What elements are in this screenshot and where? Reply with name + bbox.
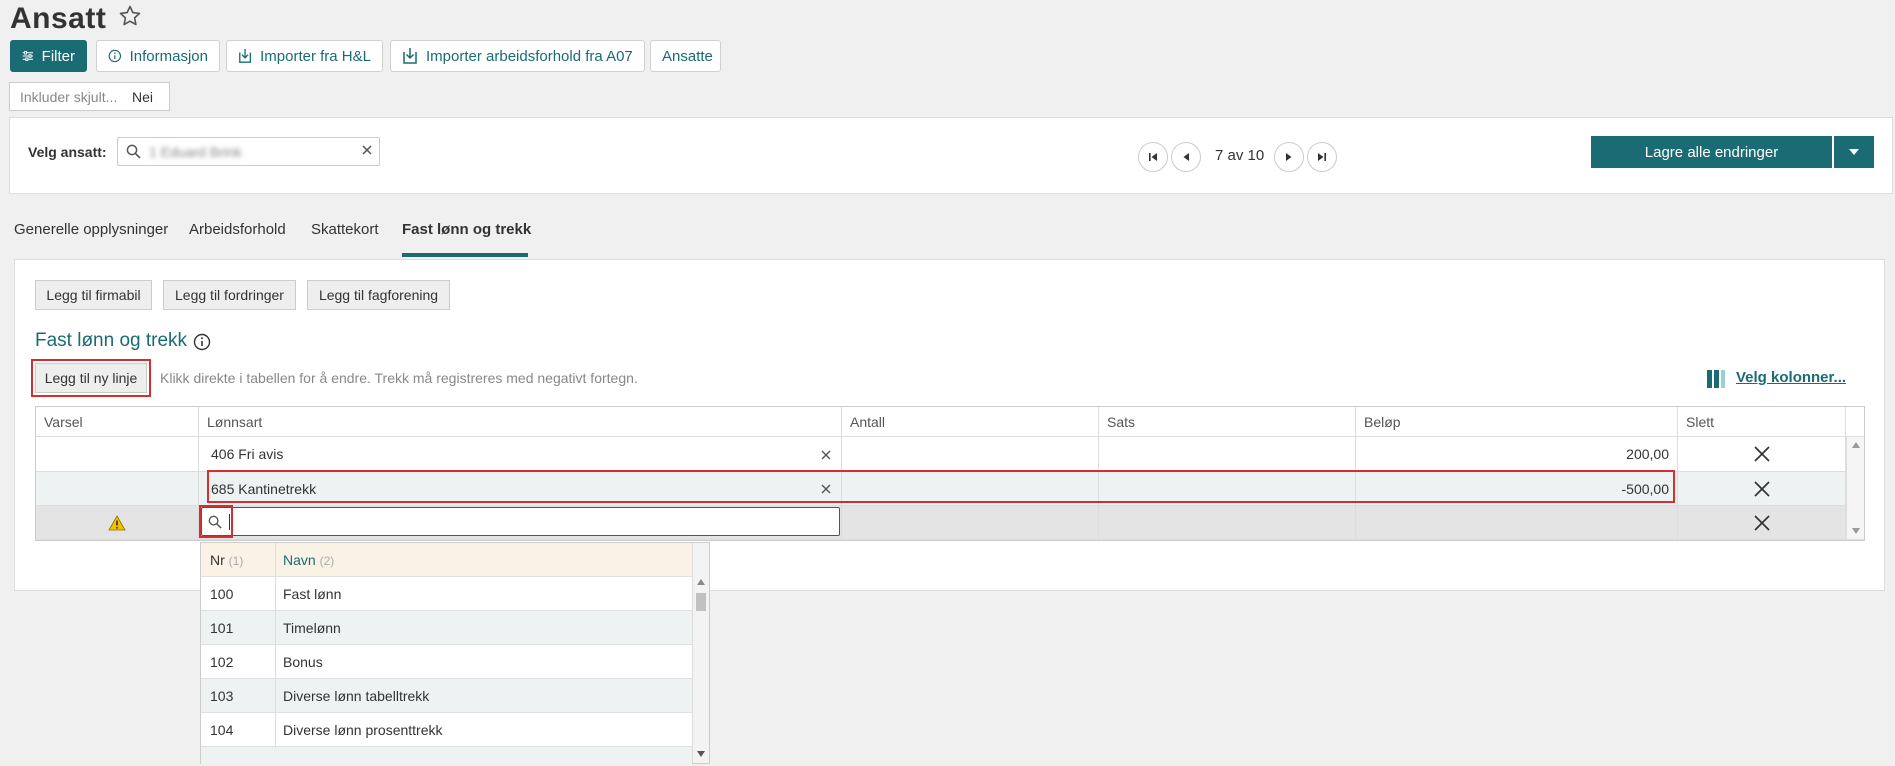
column-header-lonnsart[interactable]: Lønnsart [199, 407, 842, 437]
scroll-up-icon[interactable] [697, 579, 705, 585]
highlight-row [207, 470, 1675, 503]
previous-record-button[interactable] [1171, 142, 1201, 172]
star-icon[interactable] [118, 4, 142, 28]
warning-icon [108, 514, 126, 530]
grid-cell-antall[interactable] [842, 437, 1099, 472]
last-icon [1318, 153, 1326, 161]
lonnsart-value: 406 Fri avis [211, 446, 284, 462]
list-item-partial[interactable] [201, 747, 692, 765]
tab-fast-lonn-og-trekk[interactable]: Fast lønn og trekk [402, 221, 531, 238]
save-all-button[interactable]: Lagre alle endringer [1591, 136, 1832, 168]
import-hl-button[interactable]: Importer fra H&L [226, 40, 383, 72]
close-icon [1753, 480, 1770, 497]
delete-row-button[interactable] [1678, 506, 1846, 540]
lonnsart-search-input[interactable] [201, 507, 840, 536]
first-icon [1149, 153, 1157, 161]
employee-selector-label: Velg ansatt: [28, 144, 107, 160]
scroll-down-icon[interactable] [697, 751, 705, 757]
clear-icon[interactable] [361, 144, 373, 156]
delete-row-button[interactable] [1678, 472, 1846, 506]
ansatte-label: Ansatte [662, 47, 713, 65]
last-record-button[interactable] [1307, 142, 1337, 172]
grid-cell-belop[interactable] [1356, 506, 1678, 540]
section-hint: Klikk direkte i tabellen for å endre. Tr… [160, 370, 638, 386]
add-new-line-button[interactable]: Legg til ny linje [35, 363, 147, 393]
import-hl-label: Importer fra H&L [260, 47, 371, 65]
add-company-car-button[interactable]: Legg til firmabil [35, 280, 152, 310]
previous-icon [1183, 153, 1189, 161]
info-icon [108, 49, 122, 63]
delete-row-button[interactable] [1678, 437, 1846, 472]
employee-name: 1 Eduard Brink [149, 143, 242, 160]
add-union-button[interactable]: Legg til fagforening [307, 280, 450, 310]
include-hidden-select[interactable]: Inkluder skjult... Nei [9, 82, 170, 111]
scroll-up-icon[interactable] [1852, 442, 1860, 448]
informasjon-label: Informasjon [129, 47, 208, 65]
import-icon [239, 48, 252, 63]
ansatte-button[interactable]: Ansatte [650, 40, 721, 72]
list-item[interactable]: 104 Diverse lønn prosenttrekk [201, 713, 692, 747]
section-title: Fast lønn og trekk [35, 330, 188, 351]
list-item[interactable]: 100 Fast lønn [201, 577, 692, 611]
search-icon [126, 144, 141, 159]
informasjon-button[interactable]: Informasjon [96, 40, 220, 72]
list-item[interactable]: 102 Bonus [201, 645, 692, 679]
active-tab-indicator [402, 253, 528, 257]
tab-generelle-opplysninger[interactable]: Generelle opplysninger [14, 221, 168, 238]
filter-label: Filter [41, 47, 75, 65]
caret-down-icon [1849, 149, 1859, 155]
tab-skattekort[interactable]: Skattekort [311, 221, 379, 238]
sliders-icon [22, 51, 34, 61]
next-icon [1286, 153, 1292, 161]
grid-scrollbar[interactable] [1846, 437, 1864, 540]
column-divider [275, 543, 276, 577]
info-icon[interactable] [193, 333, 211, 351]
close-icon [1753, 446, 1770, 462]
filter-button[interactable]: Filter [10, 40, 87, 72]
grid-cell-varsel [36, 506, 199, 540]
choose-columns-link[interactable]: Velg kolonner... [1736, 369, 1846, 386]
list-item[interactable]: 101 Timelønn [201, 611, 692, 645]
import-icon [403, 48, 417, 64]
grid-cell-belop[interactable]: 200,00 [1356, 437, 1678, 472]
grid-cell-sats[interactable] [1099, 506, 1356, 540]
grid-cell-antall[interactable] [842, 506, 1099, 540]
grid-cell-varsel [36, 472, 199, 506]
include-hidden-label: Inkluder skjult... [20, 88, 118, 105]
import-a07-label: Importer arbeidsforhold fra A07 [426, 47, 633, 65]
grid-cell-lonnsart[interactable]: 406 Fri avis [199, 437, 842, 472]
list-item[interactable]: 103 Diverse lønn tabelltrekk [201, 679, 692, 713]
dropdown-header: Nr (1) Navn (2) [201, 543, 692, 577]
page-title: Ansatt [10, 2, 107, 35]
first-record-button[interactable] [1138, 142, 1168, 172]
column-header-antall[interactable]: Antall [842, 407, 1099, 437]
close-icon [1753, 514, 1770, 531]
header-filler [1846, 407, 1864, 437]
pager-text: 7 av 10 [1215, 147, 1265, 164]
column-header-belop[interactable]: Beløp [1356, 407, 1678, 437]
add-receivables-button[interactable]: Legg til fordringer [163, 280, 296, 310]
column-header-slett: Slett [1678, 407, 1846, 437]
grid-cell-varsel [36, 437, 199, 472]
scroll-down-icon[interactable] [1852, 528, 1860, 534]
lonnsart-dropdown: Nr (1) Navn (2) 100 Fast lønn 101 Timelønn… [200, 542, 710, 765]
scroll-thumb[interactable] [696, 593, 706, 611]
next-record-button[interactable] [1274, 142, 1304, 172]
column-header-sats[interactable]: Sats [1099, 407, 1356, 437]
include-hidden-value: Nei [132, 88, 154, 105]
employee-search-input[interactable]: 1 Eduard Brink [117, 137, 380, 166]
columns-icon[interactable] [1706, 369, 1726, 389]
column-header-varsel[interactable]: Varsel [36, 407, 199, 437]
dropdown-header-nr[interactable]: Nr (1) [210, 552, 243, 568]
dropdown-header-navn[interactable]: Navn (2) [283, 552, 334, 568]
tab-arbeidsforhold[interactable]: Arbeidsforhold [189, 221, 286, 238]
import-a07-button[interactable]: Importer arbeidsforhold fra A07 [390, 40, 645, 72]
highlight-search-icon [199, 505, 233, 538]
clear-icon[interactable] [821, 450, 831, 460]
save-options-button[interactable] [1834, 136, 1874, 168]
dropdown-scrollbar[interactable] [692, 543, 709, 763]
grid-cell-sats[interactable] [1099, 437, 1356, 472]
